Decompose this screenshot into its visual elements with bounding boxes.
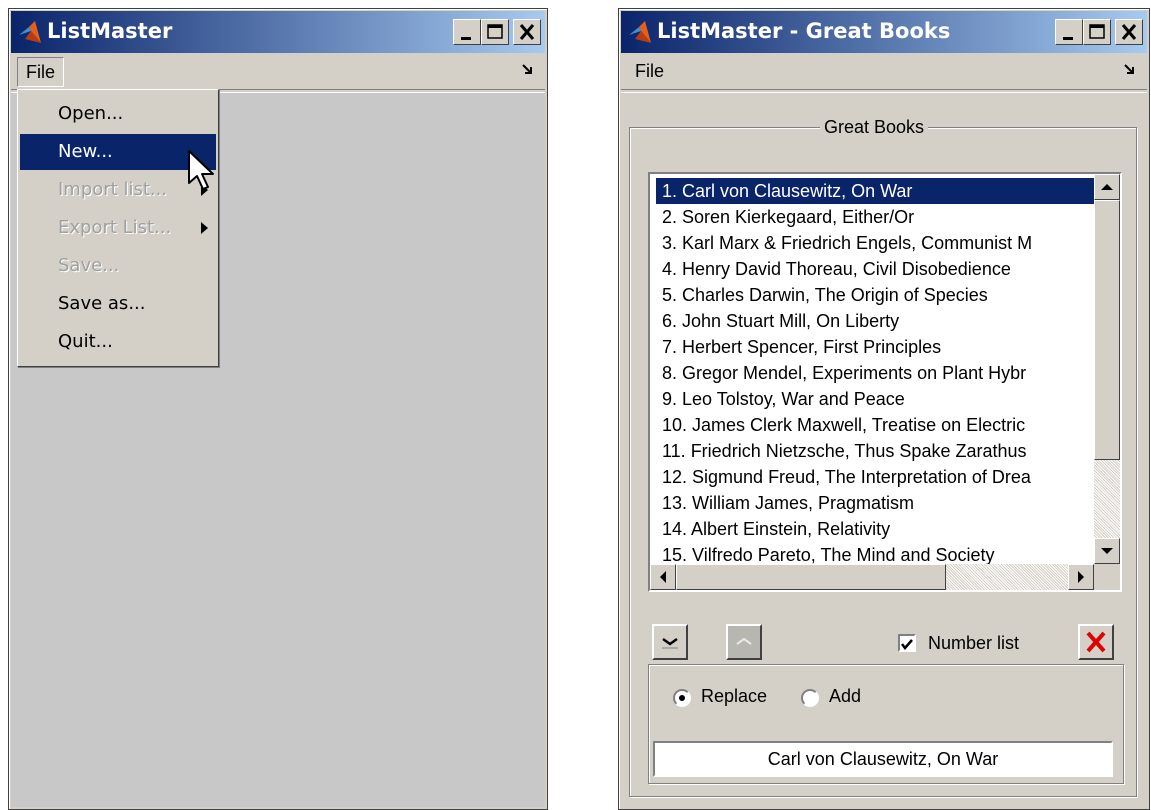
move-up-button[interactable]: [726, 624, 762, 660]
dock-arrow-icon[interactable]: [1123, 63, 1137, 77]
window-title: ListMaster: [47, 19, 173, 43]
panel-title: Great Books: [820, 116, 929, 138]
great-books-panel: Great Books 1. Carl von Clausewitz, On W…: [629, 116, 1137, 797]
horizontal-scrollbar[interactable]: [650, 564, 1094, 590]
list-item[interactable]: 4. Henry David Thoreau, Civil Disobedien…: [656, 256, 1011, 282]
item-edit-field[interactable]: Carl von Clausewitz, On War: [653, 741, 1113, 777]
vertical-scrollbar[interactable]: [1094, 174, 1120, 564]
file-menu[interactable]: File: [627, 57, 672, 85]
title-bar[interactable]: ListMaster - Great Books: [621, 11, 1147, 53]
scroll-left-button[interactable]: [650, 564, 676, 590]
edit-panel: Replace Add Carl von Clausewitz, On War: [648, 664, 1124, 784]
menu-separator: [621, 89, 1147, 93]
arrow-up-icon: [1101, 184, 1113, 190]
scroll-down-button[interactable]: [1094, 538, 1120, 564]
scroll-corner: [1094, 564, 1120, 590]
list-content: 1. Carl von Clausewitz, On War 2. Soren K…: [650, 174, 1094, 564]
list-item[interactable]: 1. Carl von Clausewitz, On War: [656, 178, 1094, 204]
minimize-icon: [461, 37, 471, 40]
vertical-scroll-thumb[interactable]: [1094, 200, 1120, 460]
title-bar[interactable]: ListMaster: [11, 11, 545, 53]
list-item[interactable]: 7. Herbert Spencer, First Principles: [656, 334, 941, 360]
list-item[interactable]: 10. James Clerk Maxwell, Treatise on Ele…: [656, 412, 1025, 438]
listmaster-window-left: ListMaster File Open... New... Import li…: [8, 8, 548, 810]
minimize-button[interactable]: [453, 19, 481, 45]
checkmark-icon: [901, 639, 913, 650]
menu-item-save-as[interactable]: Save as...: [20, 286, 216, 322]
listmaster-window-right: ListMaster - Great Books File Great Book…: [618, 8, 1150, 810]
menu-bar: File: [11, 55, 545, 87]
list-item[interactable]: 14. Albert Einstein, Relativity: [656, 516, 890, 542]
list-item[interactable]: 5. Charles Darwin, The Origin of Species: [656, 282, 988, 308]
list-item[interactable]: 6. John Stuart Mill, On Liberty: [656, 308, 899, 334]
move-up-icon: [736, 637, 752, 645]
matlab-logo-icon: [19, 21, 41, 43]
matlab-logo-icon: [629, 21, 651, 43]
list-item[interactable]: 3. Karl Marx & Friedrich Engels, Communi…: [656, 230, 1032, 256]
list-item[interactable]: 13. William James, Pragmatism: [656, 490, 914, 516]
add-radio[interactable]: [801, 689, 819, 707]
replace-radio-label: Replace: [701, 686, 768, 706]
submenu-arrow-icon: [201, 222, 208, 234]
arrow-down-icon: [1101, 548, 1113, 554]
minimize-button[interactable]: [1055, 19, 1083, 45]
close-icon: [519, 24, 535, 40]
list-item[interactable]: 8. Gregor Mendel, Experiments on Plant H…: [656, 360, 1026, 386]
menu-item-quit[interactable]: Quit...: [20, 324, 216, 360]
maximize-icon: [1089, 24, 1105, 39]
delete-item-button[interactable]: [1078, 624, 1114, 660]
list-item[interactable]: 12. Sigmund Freud, The Interpretation of…: [656, 464, 1031, 490]
mouse-cursor-icon: [188, 150, 214, 190]
close-button[interactable]: [1115, 19, 1143, 45]
list-item[interactable]: 11. Friedrich Nietzsche, Thus Spake Zara…: [656, 438, 1027, 464]
list-item[interactable]: 2. Soren Kierkegaard, Either/Or: [656, 204, 914, 230]
checkbox-box[interactable]: [898, 634, 916, 652]
file-dropdown-menu: Open... New... Import list... Export Lis…: [17, 89, 219, 367]
menu-item-export-list: Export List...: [20, 210, 216, 246]
add-radio-label: Add: [829, 686, 862, 706]
arrow-right-icon: [1078, 571, 1084, 583]
menu-bar: File: [621, 55, 1147, 87]
menu-item-save: Save...: [58, 255, 120, 276]
minimize-icon: [1063, 37, 1073, 40]
books-listbox[interactable]: 1. Carl von Clausewitz, On War 2. Soren K…: [648, 172, 1122, 592]
scroll-right-button[interactable]: [1068, 564, 1094, 590]
replace-radio[interactable]: [673, 689, 691, 707]
menu-item-open[interactable]: Open...: [20, 96, 216, 132]
list-item[interactable]: 9. Leo Tolstoy, War and Peace: [656, 386, 905, 412]
window-title: ListMaster - Great Books: [657, 19, 951, 43]
list-item[interactable]: 15. Vilfredo Pareto, The Mind and Societ…: [656, 542, 995, 564]
move-down-icon: [662, 637, 678, 649]
file-menu[interactable]: File: [17, 57, 65, 87]
scroll-up-button[interactable]: [1094, 174, 1120, 200]
arrow-left-icon: [660, 571, 666, 583]
close-button[interactable]: [513, 19, 541, 45]
maximize-icon: [487, 24, 503, 39]
maximize-button[interactable]: [1083, 19, 1111, 45]
close-icon: [1121, 24, 1137, 40]
maximize-button[interactable]: [481, 19, 509, 45]
move-down-button[interactable]: [652, 624, 688, 660]
red-x-delete-icon: [1086, 631, 1106, 653]
dock-arrow-icon[interactable]: [521, 63, 535, 77]
horizontal-scroll-thumb[interactable]: [676, 564, 946, 590]
number-list-label: Number list: [928, 633, 1020, 653]
